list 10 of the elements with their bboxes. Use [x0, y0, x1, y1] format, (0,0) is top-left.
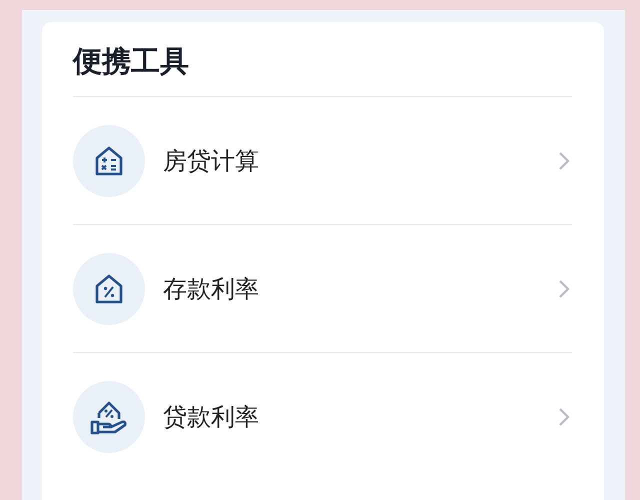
card-title: 便携工具	[73, 22, 572, 97]
tool-label: 房贷计算	[163, 146, 260, 176]
tool-item[interactable]: 存款利率	[73, 225, 572, 353]
chevron-right-icon	[558, 278, 570, 298]
tool-item[interactable]: 房贷计算	[73, 97, 572, 225]
chevron-right-icon	[558, 150, 570, 170]
tool-label: 存款利率	[163, 274, 260, 304]
tool-label: 贷款利率	[163, 402, 260, 433]
chevron-right-icon	[558, 407, 570, 427]
tool-item[interactable]: 贷款利率	[73, 353, 572, 481]
